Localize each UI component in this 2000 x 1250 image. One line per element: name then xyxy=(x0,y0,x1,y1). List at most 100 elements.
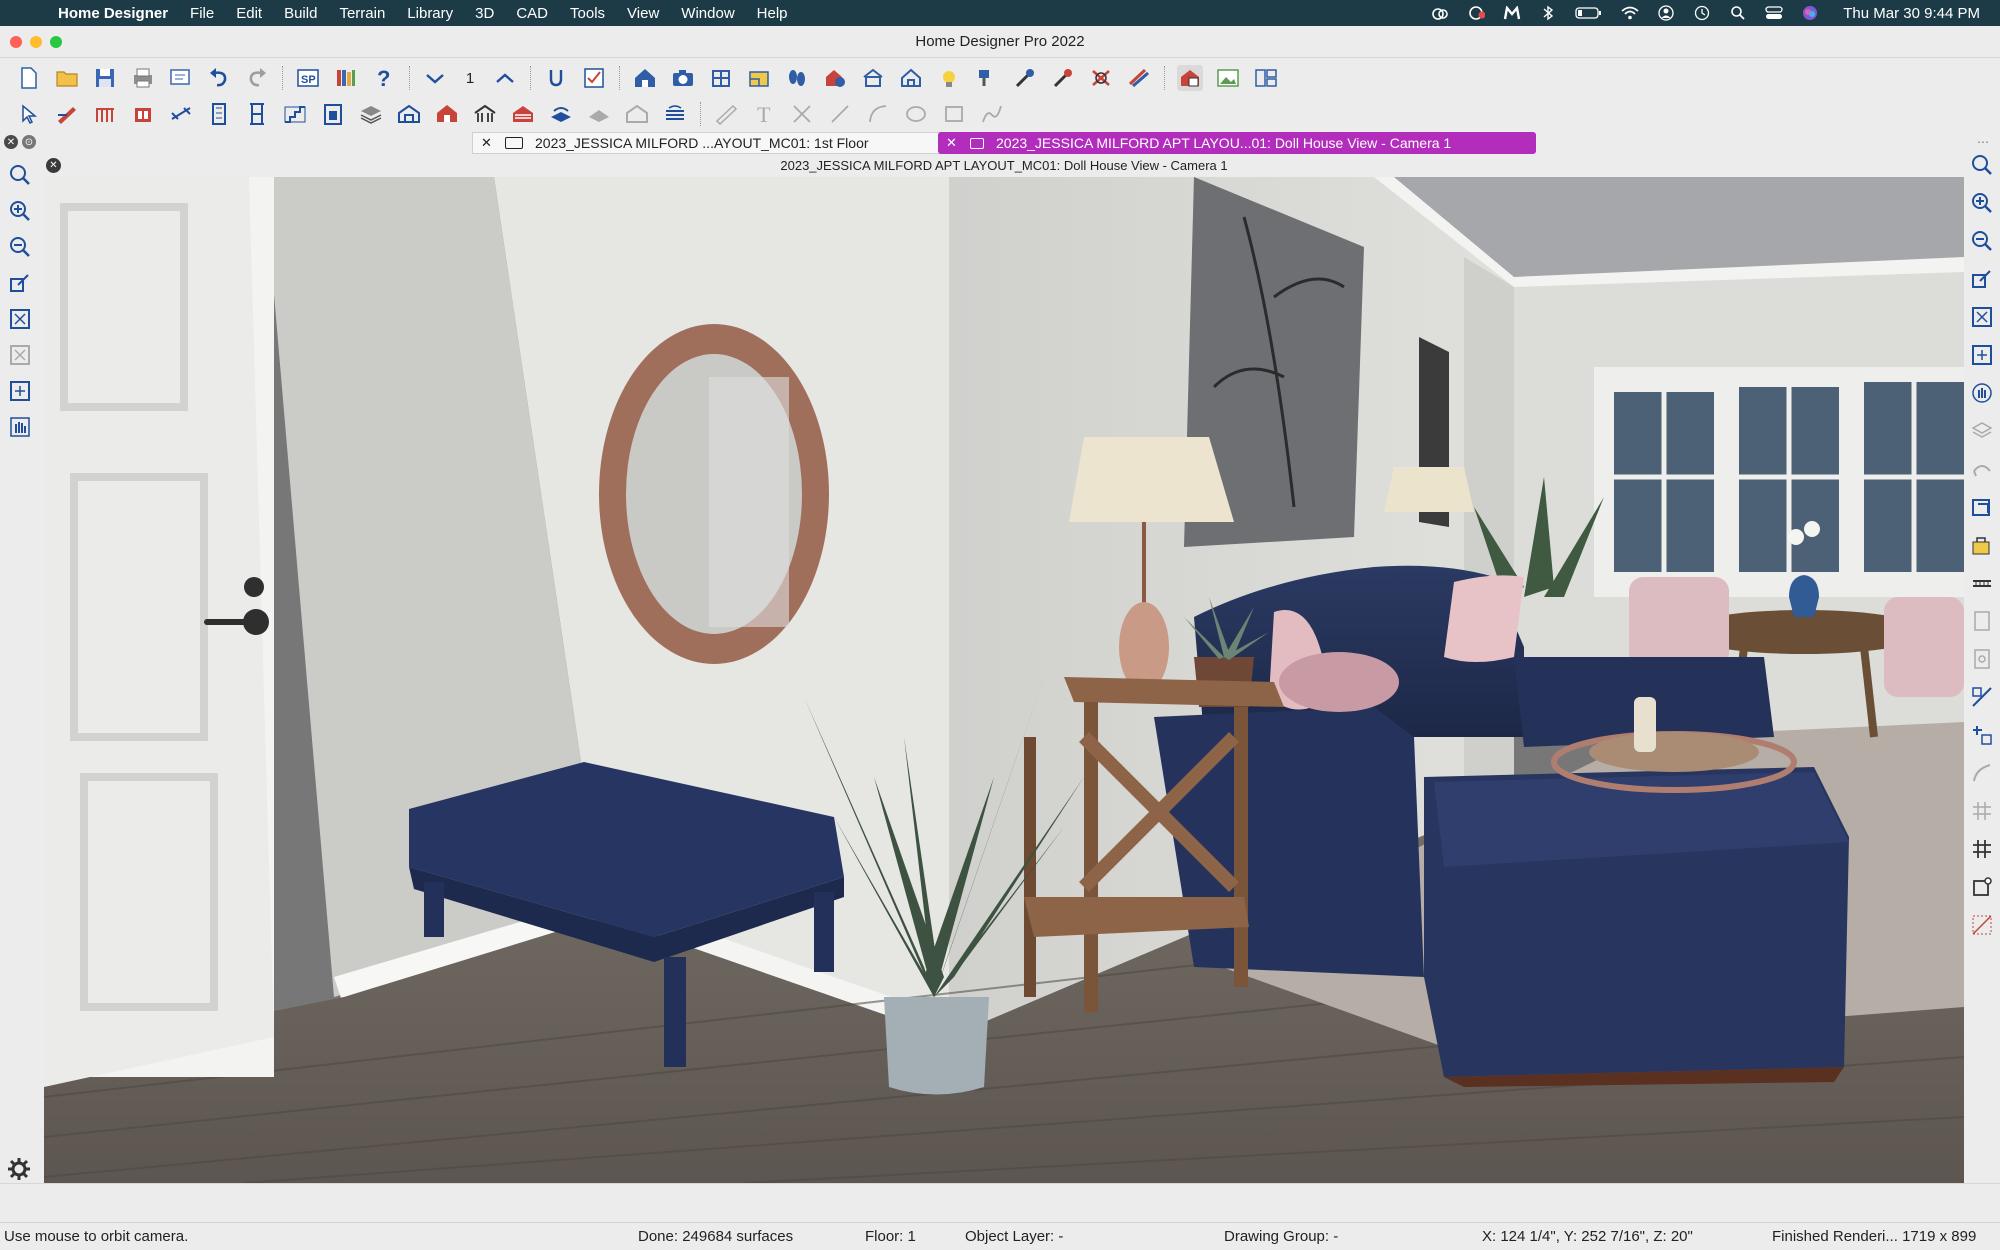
menu-help[interactable]: Help xyxy=(757,5,788,22)
library-browser-icon[interactable] xyxy=(333,65,359,91)
zoom-out-icon[interactable] xyxy=(7,234,33,260)
image-gallery-icon[interactable] xyxy=(1215,65,1241,91)
menu-library[interactable]: Library xyxy=(407,5,453,22)
3d-render-viewport[interactable] xyxy=(44,177,1964,1183)
material-painter-icon[interactable] xyxy=(974,65,1000,91)
pan-hand-icon[interactable] xyxy=(1969,380,1995,406)
new-file-icon[interactable] xyxy=(16,65,42,91)
select-objects-icon[interactable] xyxy=(16,101,42,127)
wifi-icon[interactable] xyxy=(1621,6,1639,20)
entry-door[interactable] xyxy=(44,177,274,1087)
print-preview-icon[interactable] xyxy=(168,65,194,91)
zoom-extents-icon[interactable] xyxy=(7,378,33,404)
lighting-icon[interactable] xyxy=(936,65,962,91)
elevation-icon[interactable] xyxy=(708,65,734,91)
menu-view[interactable]: View xyxy=(627,5,659,22)
menu-window[interactable]: Window xyxy=(681,5,734,22)
zoom-in-icon[interactable] xyxy=(1969,190,1995,216)
open-folder-icon[interactable] xyxy=(54,65,80,91)
horizontal-scroll-strip[interactable] xyxy=(0,1183,2000,1205)
render-style-icon[interactable] xyxy=(1126,65,1152,91)
gear-icon[interactable] xyxy=(6,1156,32,1182)
search-page-icon[interactable] xyxy=(1969,646,1995,672)
cad-line-icon[interactable] xyxy=(827,101,853,127)
checklist-icon[interactable] xyxy=(581,65,607,91)
text-tool-icon[interactable]: T xyxy=(751,101,777,127)
undo-zoom-icon[interactable] xyxy=(1969,266,1995,292)
cad-circle-icon[interactable] xyxy=(903,101,929,127)
menu-clock[interactable]: Thu Mar 30 9:44 PM xyxy=(1843,5,1980,22)
redo-icon[interactable] xyxy=(244,65,270,91)
camera-icon[interactable] xyxy=(670,65,696,91)
zoom-extents-icon[interactable] xyxy=(1969,342,1995,368)
edit-tools-icon[interactable] xyxy=(543,65,569,91)
zoom-window-button[interactable] xyxy=(50,36,62,48)
tab-options-icon[interactable]: ⊙ xyxy=(22,135,36,149)
grid-display-icon[interactable] xyxy=(1969,836,1995,862)
creative-cloud-icon[interactable] xyxy=(1431,6,1449,20)
menu-cad[interactable]: CAD xyxy=(516,5,548,22)
record-icon[interactable] xyxy=(1467,6,1486,20)
close-all-tabs-icon[interactable]: ✕ xyxy=(4,135,18,149)
foundation-icon[interactable] xyxy=(662,101,688,127)
angle-snaps-icon[interactable] xyxy=(1969,760,1995,786)
cad-spline-icon[interactable] xyxy=(979,101,1005,127)
floor-up-icon[interactable] xyxy=(492,65,518,91)
grid-snaps-icon[interactable] xyxy=(1969,798,1995,824)
floor-layers-icon[interactable] xyxy=(358,101,384,127)
cad-cross-icon[interactable] xyxy=(789,101,815,127)
user-account-icon[interactable] xyxy=(1657,5,1675,21)
cabinet-tools-icon[interactable] xyxy=(130,101,156,127)
menu-tools[interactable]: Tools xyxy=(570,5,605,22)
wall-tools-icon[interactable] xyxy=(54,101,80,127)
orbit-icon[interactable] xyxy=(1969,456,1995,482)
edit-handles-icon[interactable] xyxy=(1969,874,1995,900)
railing-icon[interactable] xyxy=(92,101,118,127)
dimension-tools-icon[interactable] xyxy=(168,101,194,127)
roof-tools-icon[interactable] xyxy=(396,101,422,127)
floor-down-icon[interactable] xyxy=(422,65,448,91)
fill-window-icon[interactable] xyxy=(7,306,33,332)
walkthrough-icon[interactable] xyxy=(784,65,810,91)
door-tools-icon[interactable] xyxy=(206,101,232,127)
cad-box-icon[interactable] xyxy=(941,101,967,127)
zoom-icon[interactable] xyxy=(1969,152,1995,178)
object-snaps-icon[interactable] xyxy=(1969,722,1995,748)
menu-edit[interactable]: Edit xyxy=(236,5,262,22)
slab-tools-icon[interactable] xyxy=(548,101,574,127)
close-tab-icon[interactable]: ✕ xyxy=(481,135,493,151)
build-house-tools-icon[interactable] xyxy=(434,101,460,127)
tab-1st-floor[interactable]: ✕ 2023_JESSICA MILFORD ...AYOUT_MC01: 1s… xyxy=(472,132,942,154)
cross-section-icon[interactable] xyxy=(860,65,886,91)
close-tab-icon[interactable]: ✕ xyxy=(946,135,958,151)
fill-window-building-icon[interactable] xyxy=(7,342,33,368)
page-icon[interactable] xyxy=(1969,608,1995,634)
time-machine-icon[interactable] xyxy=(1693,5,1711,21)
build-house-icon[interactable] xyxy=(632,65,658,91)
stairs-tools-icon[interactable] xyxy=(282,101,308,127)
zoom-in-icon[interactable] xyxy=(7,198,33,224)
plan-info-icon[interactable]: SP xyxy=(295,65,321,91)
menu-file[interactable]: File xyxy=(190,5,214,22)
fireplace-icon[interactable] xyxy=(320,101,346,127)
plan-view-icon[interactable] xyxy=(746,65,772,91)
undo-icon[interactable] xyxy=(206,65,232,91)
material-eyedropper-icon[interactable] xyxy=(1050,65,1076,91)
save-icon[interactable] xyxy=(92,65,118,91)
tile-windows-icon[interactable] xyxy=(1253,65,1279,91)
deck-tools-icon[interactable] xyxy=(510,101,536,127)
fill-window-icon[interactable] xyxy=(1969,304,1995,330)
print-icon[interactable] xyxy=(130,65,156,91)
3d-view-defaults-icon[interactable] xyxy=(1177,65,1203,91)
record-walkthrough-icon[interactable] xyxy=(822,65,848,91)
view-sync-icon[interactable] xyxy=(1969,494,1995,520)
siri-icon[interactable] xyxy=(1801,6,1819,20)
tab-doll-house-camera[interactable]: ✕ 2023_JESSICA MILFORD APT LAYOU...01: D… xyxy=(938,132,1536,154)
measure-icon[interactable] xyxy=(713,101,739,127)
doll-house-view-icon[interactable] xyxy=(898,65,924,91)
layers-icon[interactable] xyxy=(1969,418,1995,444)
cad-arc-icon[interactable] xyxy=(865,101,891,127)
zoom-out-icon[interactable] xyxy=(1969,228,1995,254)
spotlight-search-icon[interactable] xyxy=(1729,6,1747,20)
menu-build[interactable]: Build xyxy=(284,5,317,22)
